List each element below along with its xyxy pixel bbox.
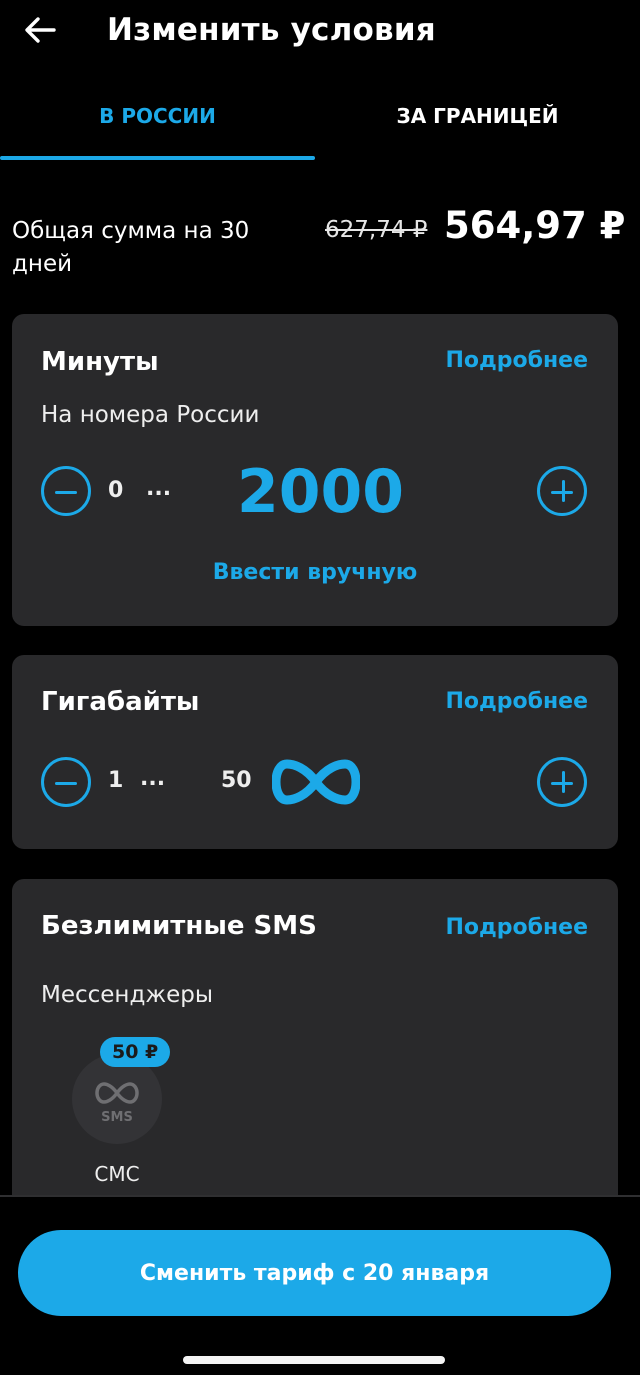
gigabytes-ellipsis: ... bbox=[140, 766, 166, 791]
home-indicator[interactable] bbox=[183, 1356, 445, 1364]
minutes-min-value: 0 bbox=[108, 478, 124, 503]
messenger-price-badge: 50 ₽ bbox=[100, 1037, 171, 1067]
infinity-icon[interactable] bbox=[272, 759, 360, 805]
infinity-icon bbox=[95, 1082, 139, 1104]
header: Изменить условия bbox=[0, 0, 640, 64]
gigabytes-card: Гигабайты Подробнее 1 ... 50 bbox=[12, 655, 618, 849]
minutes-title: Минуты bbox=[41, 347, 159, 377]
active-tab-indicator bbox=[0, 156, 315, 160]
old-price: 627,74 ₽ bbox=[325, 217, 428, 243]
sms-title: Безлимитные SMS bbox=[41, 911, 317, 941]
gigabytes-more-link[interactable]: Подробнее bbox=[445, 686, 588, 718]
messenger-label: СМС bbox=[94, 1162, 140, 1186]
gigabytes-min-value: 1 bbox=[108, 768, 124, 793]
minutes-subtitle: На номера России bbox=[41, 402, 260, 428]
tab-abroad[interactable]: ЗА ГРАНИЦЕЙ bbox=[320, 90, 635, 162]
manual-input-link[interactable]: Ввести вручную bbox=[12, 558, 618, 588]
change-tariff-button[interactable]: Сменить тариф с 20 января bbox=[18, 1230, 611, 1316]
bottom-divider bbox=[0, 1195, 640, 1197]
messengers-subtitle: Мессенджеры bbox=[41, 982, 214, 1008]
arrow-left-icon bbox=[25, 17, 56, 43]
gigabytes-decrease-button[interactable] bbox=[41, 757, 91, 807]
gigabytes-title: Гигабайты bbox=[41, 687, 200, 717]
tab-bar: В РОССИИ ЗА ГРАНИЦЕЙ bbox=[0, 90, 640, 162]
sms-card: Безлимитные SMS Подробнее Мессенджеры SM… bbox=[12, 879, 618, 1195]
messenger-sms-circle: SMS bbox=[72, 1054, 162, 1144]
page-title: Изменить условия bbox=[107, 12, 436, 48]
minutes-ellipsis: ... bbox=[146, 476, 172, 501]
sms-icon-text: SMS bbox=[101, 1110, 133, 1125]
sms-more-link[interactable]: Подробнее bbox=[445, 912, 588, 944]
tab-russia[interactable]: В РОССИИ bbox=[0, 90, 315, 162]
minutes-increase-button[interactable] bbox=[537, 466, 587, 516]
minutes-value: 2000 bbox=[237, 457, 404, 527]
minutes-card: Минуты Подробнее На номера России 0 ... … bbox=[12, 314, 618, 626]
gigabytes-max-value: 50 bbox=[221, 768, 252, 793]
gigabytes-increase-button[interactable] bbox=[537, 757, 587, 807]
new-price: 564,97 ₽ bbox=[444, 204, 626, 247]
messenger-sms-option[interactable]: SMS 50 ₽ СМС bbox=[72, 1037, 171, 1194]
minutes-more-link[interactable]: Подробнее bbox=[445, 345, 588, 377]
total-sum-label: Общая сумма на 30 дней bbox=[12, 218, 250, 277]
minutes-decrease-button[interactable] bbox=[41, 466, 91, 516]
back-button[interactable] bbox=[20, 10, 60, 50]
